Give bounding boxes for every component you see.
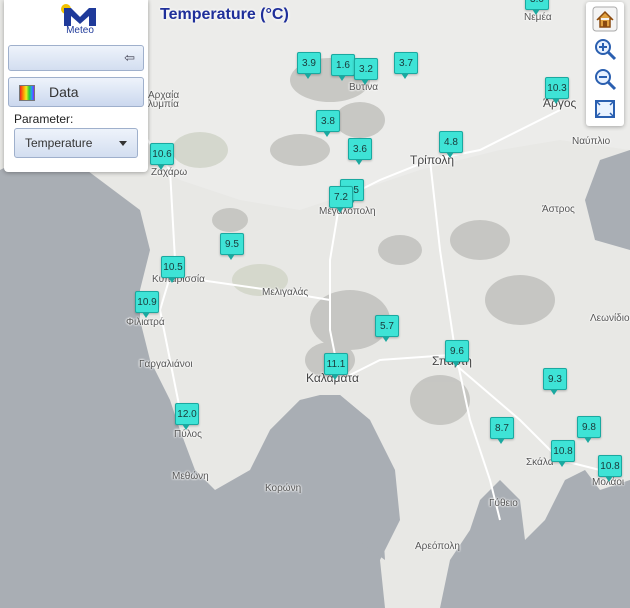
full-extent-icon[interactable] (592, 96, 618, 122)
zoom-out-icon[interactable] (592, 66, 618, 92)
place-label-koroni: Κορώνη (265, 483, 302, 494)
place-label-meligalas: Μελιγαλάς (262, 287, 309, 298)
home-icon[interactable] (592, 6, 618, 32)
station-marker[interactable]: 5.7 (375, 315, 399, 342)
place-label-areopoli: Αρεόπολη (415, 541, 460, 552)
data-button-label: Data (49, 84, 79, 100)
arrow-left-icon: ⇦ (124, 50, 135, 65)
station-marker[interactable]: 8.7 (490, 417, 514, 444)
station-marker[interactable]: 9.6 (445, 340, 469, 367)
collapse-panel-button[interactable]: ⇦ (8, 45, 144, 71)
station-marker[interactable]: 11.1 (324, 353, 348, 380)
station-marker[interactable]: 3.6 (348, 138, 372, 165)
station-marker[interactable]: 3.7 (394, 52, 418, 79)
station-marker[interactable]: 10.8 (551, 440, 575, 467)
station-marker[interactable]: 10.3 (545, 77, 569, 104)
place-label-nafplio: Ναύπλιο (572, 136, 611, 147)
place-label-skala: Σκάλα (526, 457, 554, 468)
station-marker[interactable]: 10.6 (150, 143, 174, 170)
station-marker[interactable]: 1.6 (331, 54, 355, 81)
station-marker[interactable]: 12.0 (175, 403, 199, 430)
map-toolbar (586, 2, 624, 126)
place-label-filiatra: Φιλιατρά (126, 317, 165, 328)
zoom-in-icon[interactable] (592, 36, 618, 62)
station-marker[interactable]: 3.0 (525, 0, 549, 15)
map-title: Temperature (°C) (160, 6, 289, 23)
data-button[interactable]: Data (8, 77, 144, 107)
parameter-label: Parameter: (14, 112, 74, 126)
station-marker[interactable]: 10.8 (598, 455, 622, 482)
station-marker[interactable]: 3.9 (297, 52, 321, 79)
palette-icon (19, 85, 35, 101)
station-marker[interactable]: 7.2 (329, 186, 353, 213)
place-label-astros: Άστρος (542, 204, 575, 215)
place-label-olympia: λυμπία (148, 99, 179, 110)
place-label-gytheio: Γύθειο (489, 498, 518, 509)
parameter-select-value: Temperature (25, 136, 93, 150)
place-label-methoni: Μεθώνη (172, 471, 209, 482)
place-label-pylos: Πύλος (174, 429, 202, 440)
station-marker[interactable]: 9.8 (577, 416, 601, 443)
place-label-gargaliani: Γαργαλιάνοι (139, 359, 193, 370)
chevron-down-icon (119, 141, 127, 146)
station-marker[interactable]: 10.5 (161, 256, 185, 283)
station-marker[interactable]: 10.9 (135, 291, 159, 318)
control-panel: Meteo ⇦ Data Parameter: Temperature (4, 0, 148, 172)
parameter-select[interactable]: Temperature (14, 128, 138, 158)
station-marker[interactable]: 3.2 (354, 58, 378, 85)
place-label-leonidio: Λεωνίδιο (590, 313, 630, 324)
station-marker[interactable]: 3.8 (316, 110, 340, 137)
station-marker[interactable]: 9.3 (543, 368, 567, 395)
logo-text: Meteo (66, 25, 94, 36)
station-marker[interactable]: 4.8 (439, 131, 463, 158)
station-marker[interactable]: 9.5 (220, 233, 244, 260)
